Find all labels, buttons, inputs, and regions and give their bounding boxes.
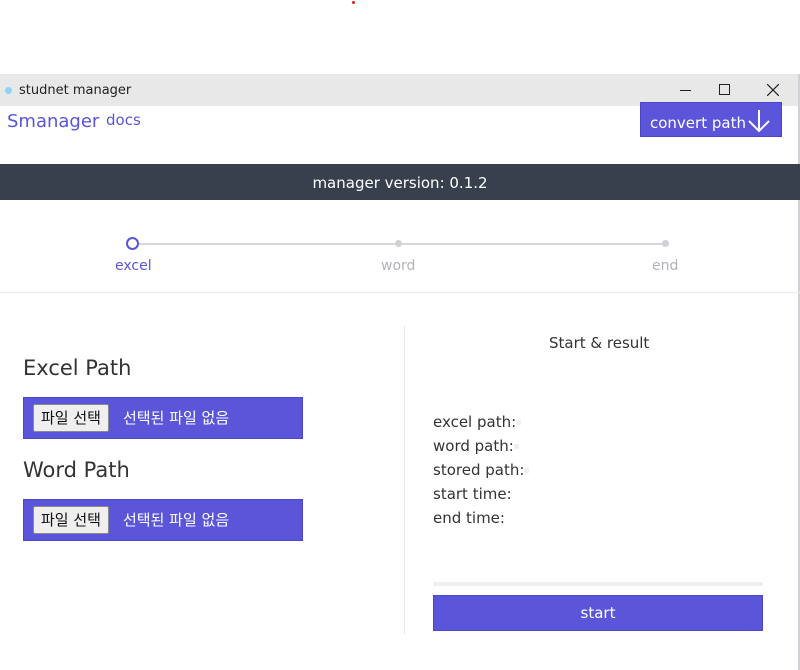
step-dot-word bbox=[395, 240, 402, 247]
start-time-label: start time: bbox=[433, 485, 512, 503]
excel-choose-file-button[interactable]: 파일 선택 bbox=[33, 404, 109, 432]
panel-divider bbox=[404, 326, 405, 634]
step-dot-excel bbox=[126, 237, 139, 250]
end-time-label: end time: bbox=[433, 509, 505, 527]
excel-path-value bbox=[516, 420, 522, 425]
version-bar: manager version: 0.1.2 bbox=[0, 164, 800, 200]
step-dot-end bbox=[662, 240, 669, 247]
step-connector bbox=[402, 243, 664, 245]
word-file-status: 선택된 파일 없음 bbox=[123, 511, 230, 529]
step-label-end: end bbox=[652, 258, 679, 274]
end-time-row: end time: bbox=[433, 509, 505, 527]
progress-bar bbox=[433, 582, 763, 586]
start-time-row: start time: bbox=[433, 485, 512, 503]
docs-link[interactable]: docs bbox=[106, 111, 141, 129]
excel-path-title: Excel Path bbox=[23, 356, 132, 380]
word-path-title: Word Path bbox=[23, 458, 130, 482]
result-title: Start & result bbox=[549, 334, 650, 352]
excel-file-status: 선택된 파일 없음 bbox=[123, 409, 230, 427]
step-label-word: word bbox=[381, 258, 416, 274]
word-path-row: word path: bbox=[433, 437, 519, 455]
stored-path-label: stored path: bbox=[433, 461, 525, 479]
step-label-excel: excel bbox=[115, 258, 152, 274]
convert-path-label: convert path bbox=[650, 114, 746, 132]
version-text: manager version: 0.1.2 bbox=[312, 174, 488, 192]
app-window: studnet manager Smanager docs convert pa… bbox=[0, 74, 800, 670]
word-choose-file-button[interactable]: 파일 선택 bbox=[33, 506, 109, 534]
stored-path-row: stored path: bbox=[433, 461, 530, 479]
word-file-input[interactable]: 파일 선택 선택된 파일 없음 bbox=[23, 499, 303, 541]
stored-path-value bbox=[524, 468, 530, 473]
excel-file-input[interactable]: 파일 선택 선택된 파일 없음 bbox=[23, 397, 303, 439]
step-connector bbox=[136, 243, 398, 245]
close-icon bbox=[767, 84, 779, 96]
convert-path-button[interactable]: convert path bbox=[640, 102, 782, 137]
window-title: studnet manager bbox=[19, 83, 132, 98]
arrow-down-icon bbox=[748, 110, 770, 133]
excel-path-label: excel path: bbox=[433, 413, 517, 431]
word-path-value bbox=[513, 444, 519, 449]
start-button[interactable]: start bbox=[433, 595, 763, 631]
divider bbox=[0, 292, 800, 293]
app-icon bbox=[5, 87, 12, 94]
brand-link[interactable]: Smanager bbox=[7, 111, 99, 132]
excel-path-row: excel path: bbox=[433, 413, 522, 431]
red-marker bbox=[352, 1, 355, 4]
word-path-label: word path: bbox=[433, 437, 514, 455]
